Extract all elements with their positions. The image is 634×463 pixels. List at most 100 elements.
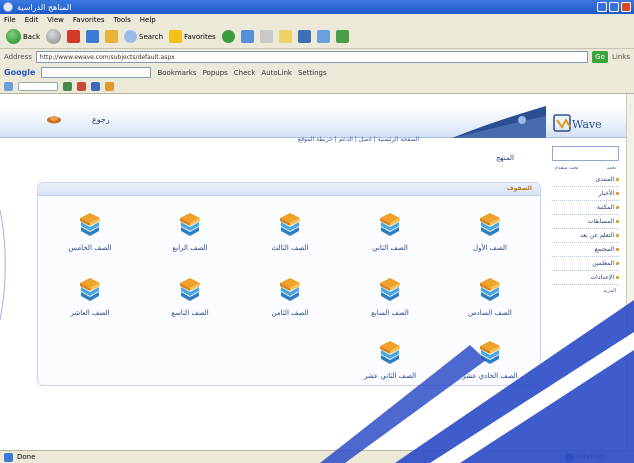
go-button[interactable]: Go bbox=[592, 51, 609, 63]
sidebar-item[interactable]: المنتدى bbox=[552, 173, 619, 187]
bullet-icon bbox=[616, 262, 619, 265]
close-button[interactable] bbox=[621, 2, 631, 12]
grade-label: الصف الثالث bbox=[271, 244, 309, 252]
history-icon[interactable] bbox=[240, 30, 254, 43]
bullet-icon bbox=[616, 220, 619, 223]
sidebar-item[interactable]: المكتبة bbox=[552, 201, 619, 215]
grade-item[interactable]: الصف الثالث bbox=[250, 211, 330, 261]
links-go-icon[interactable] bbox=[63, 82, 72, 91]
minimize-button[interactable] bbox=[597, 2, 607, 12]
google-autolink-button[interactable]: AutoLink bbox=[261, 69, 292, 77]
header-links[interactable]: الصفحة الرئيسية | اتصل | الدعم | خريطة ا… bbox=[298, 136, 419, 143]
bullet-icon bbox=[616, 234, 619, 237]
grade-item[interactable]: الصف السابع bbox=[350, 276, 430, 326]
google-settings-button[interactable]: Settings bbox=[298, 69, 327, 77]
grade-item[interactable]: الصف التاسع bbox=[150, 276, 230, 326]
web-page: رجوع الصفحة الرئيسية | اتصل | الدعم | خر… bbox=[0, 94, 626, 450]
sidebar-item[interactable]: الإعدادات bbox=[552, 271, 619, 285]
sidebar-more-link[interactable]: المزيد bbox=[549, 285, 622, 297]
sidebar-item[interactable]: المجتمع bbox=[552, 243, 619, 257]
sidebar-item-label: المجتمع bbox=[594, 246, 614, 253]
sidebar-search-input[interactable] bbox=[552, 146, 619, 161]
panel-header: الصفوف bbox=[38, 183, 540, 196]
address-bar: Address http://www.ewave.com/subjects/de… bbox=[0, 49, 634, 65]
sidebar-search-links: بحث متقدم بحث bbox=[549, 161, 622, 173]
page-heading: المنهج bbox=[496, 154, 514, 162]
search-link[interactable]: بحث bbox=[606, 165, 616, 171]
book-stack-icon bbox=[80, 278, 100, 301]
links-toolbar bbox=[0, 80, 634, 94]
menu-edit[interactable]: Edit bbox=[25, 16, 39, 24]
grade-item[interactable]: الصف الثامن bbox=[250, 276, 330, 326]
search-button[interactable]: Search bbox=[124, 29, 163, 45]
links-icon[interactable] bbox=[4, 82, 13, 91]
wave-swoosh-decoration bbox=[452, 106, 546, 138]
mail-icon[interactable] bbox=[259, 30, 273, 43]
links-tool3-icon[interactable] bbox=[105, 82, 114, 91]
google-popups-button[interactable]: Popups bbox=[203, 69, 228, 77]
wave-logo-icon bbox=[553, 114, 571, 132]
home-icon[interactable] bbox=[105, 30, 118, 43]
grade-label: الصف الحادي عشر bbox=[462, 372, 518, 380]
home-link[interactable]: رجوع bbox=[92, 115, 110, 124]
grade-label: الصف الثاني bbox=[372, 244, 408, 252]
menu-tools[interactable]: Tools bbox=[114, 16, 131, 24]
book-stack-icon bbox=[380, 213, 400, 236]
grade-label: الصف الأول bbox=[472, 244, 508, 252]
book-stack-icon bbox=[80, 213, 100, 236]
google-bookmarks-button[interactable]: Bookmarks bbox=[157, 69, 196, 77]
menu-file[interactable]: File bbox=[4, 16, 16, 24]
back-button[interactable]: Back bbox=[6, 29, 40, 45]
links-input[interactable] bbox=[18, 82, 58, 91]
maximize-button[interactable] bbox=[609, 2, 619, 12]
menu-favorites[interactable]: Favorites bbox=[73, 16, 105, 24]
grade-item[interactable]: الصف الحادي عشر bbox=[450, 339, 530, 389]
back-label: Back bbox=[23, 32, 40, 41]
links-label[interactable]: Links bbox=[612, 53, 630, 61]
menu-help[interactable]: Help bbox=[140, 16, 156, 24]
refresh-icon[interactable] bbox=[86, 30, 99, 43]
grade-label: الصف السادس bbox=[468, 309, 512, 317]
sidebar-item-label: الإعدادات bbox=[590, 274, 614, 281]
discuss-icon[interactable] bbox=[335, 30, 349, 43]
grade-item[interactable]: الصف الأول bbox=[450, 211, 530, 261]
bullet-icon bbox=[616, 178, 619, 181]
links-tool-icon[interactable] bbox=[77, 82, 86, 91]
messenger-icon[interactable] bbox=[316, 30, 330, 43]
home-icon[interactable] bbox=[46, 114, 62, 124]
grade-label: الصف الثاني عشر bbox=[363, 372, 417, 380]
vertical-scrollbar[interactable] bbox=[626, 94, 634, 450]
google-check-button[interactable]: Check bbox=[234, 69, 256, 77]
window-title-bar: المناهج الدراسية bbox=[0, 0, 634, 14]
sidebar-item-label: المنتدى bbox=[595, 176, 614, 183]
sidebar-item-label: المسابقات bbox=[587, 218, 614, 225]
sidebar-item[interactable]: المسابقات bbox=[552, 215, 619, 229]
media-icon[interactable] bbox=[221, 30, 235, 43]
bullet-icon bbox=[616, 276, 619, 279]
site-logo[interactable]: Wave bbox=[552, 112, 622, 134]
grade-item[interactable]: الصف السادس bbox=[450, 276, 530, 326]
sidebar-item[interactable]: الأخبار bbox=[552, 187, 619, 201]
forward-button[interactable] bbox=[46, 29, 61, 45]
word-icon[interactable] bbox=[297, 30, 311, 43]
sidebar: بحث متقدم بحث المنتدى الأخبار المكتبة ال… bbox=[549, 146, 622, 332]
grade-label: الصف السابع bbox=[371, 309, 409, 317]
grade-item[interactable]: الصف الثاني عشر bbox=[350, 339, 430, 389]
grade-item[interactable]: الصف الخامس bbox=[50, 211, 130, 261]
google-search-input[interactable] bbox=[41, 67, 152, 78]
favorites-label: Favorites bbox=[184, 32, 216, 41]
grade-item[interactable]: الصف الرابع bbox=[150, 211, 230, 261]
favorites-button[interactable]: Favorites bbox=[169, 29, 216, 45]
folder-icon[interactable] bbox=[278, 30, 292, 43]
sidebar-item[interactable]: المعلمين bbox=[552, 257, 619, 271]
grade-item[interactable]: الصف العاشر bbox=[50, 276, 130, 326]
links-tool2-icon[interactable] bbox=[91, 82, 100, 91]
sidebar-item-label: المكتبة bbox=[596, 204, 614, 211]
stop-icon[interactable] bbox=[67, 30, 80, 43]
advanced-search-link[interactable]: بحث متقدم bbox=[555, 165, 579, 171]
window-title: المناهج الدراسية bbox=[17, 2, 72, 12]
sidebar-item[interactable]: التعلم عن بعد bbox=[552, 229, 619, 243]
menu-view[interactable]: View bbox=[47, 16, 64, 24]
grade-item[interactable]: الصف الثاني bbox=[350, 211, 430, 261]
address-input[interactable]: http://www.ewave.com/subjects/default.as… bbox=[35, 51, 589, 63]
